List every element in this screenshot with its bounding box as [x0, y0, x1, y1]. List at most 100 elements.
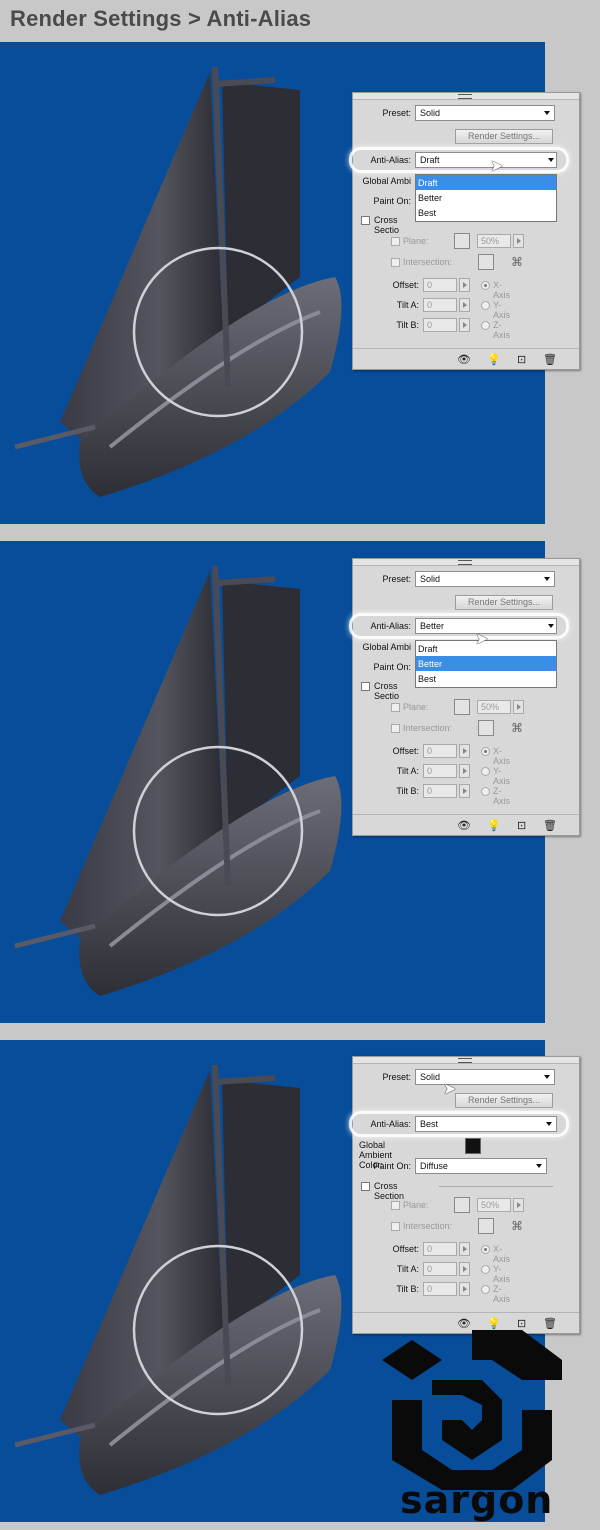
- offset-field[interactable]: 0: [423, 1242, 457, 1256]
- plane-color-swatch[interactable]: [454, 233, 470, 249]
- offset-field[interactable]: 0: [423, 744, 457, 758]
- cross-section-checkbox[interactable]: [361, 682, 370, 691]
- tilt-b-stepper[interactable]: [459, 784, 470, 798]
- tilt-b-field[interactable]: 0: [423, 318, 457, 332]
- offset-stepper[interactable]: [459, 278, 470, 292]
- preset-label: Preset:: [382, 108, 411, 118]
- tilt-a-label: Tilt A:: [396, 300, 419, 310]
- offset-field[interactable]: 0: [423, 278, 457, 292]
- panel-grip[interactable]: [353, 93, 579, 100]
- option-better[interactable]: Better: [416, 656, 556, 671]
- z-axis-radio[interactable]: [481, 1285, 490, 1294]
- plane-label: Plane:: [403, 702, 429, 712]
- delete-icon[interactable]: 🗑: [543, 819, 557, 832]
- tilt-a-label: Tilt A:: [396, 1264, 419, 1274]
- plane-checkbox[interactable]: [391, 237, 400, 246]
- panel-grip[interactable]: [353, 559, 579, 566]
- mouse-cursor-icon: ➤: [475, 631, 489, 648]
- plane-opacity-stepper[interactable]: [513, 700, 524, 714]
- z-axis-radio[interactable]: [481, 787, 490, 796]
- option-draft[interactable]: Draft: [416, 175, 556, 190]
- toggle-ground-plane-icon[interactable]: 👁: [457, 819, 471, 832]
- tilt-a-stepper[interactable]: [459, 1262, 470, 1276]
- preset-select[interactable]: Solid: [415, 571, 555, 587]
- option-best[interactable]: Best: [416, 205, 556, 220]
- z-axis-radio[interactable]: [481, 321, 490, 330]
- tilt-a-stepper[interactable]: [459, 298, 470, 312]
- z-axis-label: Z-Axis: [493, 786, 511, 806]
- anti-alias-dropdown-list: Draft Better Best: [415, 174, 557, 222]
- plane-opacity-stepper[interactable]: [513, 1198, 524, 1212]
- cross-section-checkbox[interactable]: [361, 1182, 370, 1191]
- x-axis-radio[interactable]: [481, 281, 490, 290]
- flip-icon[interactable]: ⌘: [511, 721, 523, 735]
- flip-icon[interactable]: ⌘: [511, 255, 523, 269]
- tilt-b-field[interactable]: 0: [423, 784, 457, 798]
- anti-alias-highlight: [349, 147, 569, 173]
- plane-checkbox[interactable]: [391, 703, 400, 712]
- panel-grip[interactable]: [353, 1057, 579, 1064]
- option-best[interactable]: Best: [416, 671, 556, 686]
- 3d-scene-panel-1: Preset: Solid Render Settings... Anti-Al…: [349, 92, 580, 370]
- toggle-ground-plane-icon[interactable]: 👁: [457, 353, 471, 366]
- intersection-checkbox[interactable]: [391, 724, 400, 733]
- preset-value: Solid: [420, 108, 441, 118]
- option-better[interactable]: Better: [416, 190, 556, 205]
- offset-stepper[interactable]: [459, 744, 470, 758]
- paint-on-select[interactable]: Diffuse: [415, 1158, 547, 1174]
- plane-color-swatch[interactable]: [454, 699, 470, 715]
- render-settings-button[interactable]: Render Settings...: [455, 129, 553, 144]
- plane-opacity-stepper[interactable]: [513, 234, 524, 248]
- intersection-checkbox[interactable]: [391, 258, 400, 267]
- logo-text: sargon: [400, 1478, 554, 1522]
- intersection-color-swatch[interactable]: [478, 1218, 494, 1234]
- offset-stepper[interactable]: [459, 1242, 470, 1256]
- plane-color-swatch[interactable]: [454, 1197, 470, 1213]
- plane-opacity-field[interactable]: 50%: [477, 700, 511, 714]
- render-settings-button[interactable]: Render Settings...: [455, 1093, 553, 1108]
- delete-icon[interactable]: 🗑: [543, 353, 557, 366]
- offset-label: Offset:: [392, 1244, 419, 1254]
- tilt-b-stepper[interactable]: [459, 318, 470, 332]
- global-ambient-label: Global Ambi: [362, 642, 411, 652]
- plane-opacity-field[interactable]: 50%: [477, 234, 511, 248]
- y-axis-radio[interactable]: [481, 301, 490, 310]
- intersection-color-swatch[interactable]: [478, 720, 494, 736]
- plane-opacity-field[interactable]: 50%: [477, 1198, 511, 1212]
- tilt-a-field[interactable]: 0: [423, 298, 457, 312]
- chevron-down-icon: [544, 111, 550, 115]
- intersection-label: Intersection:: [403, 723, 453, 733]
- tilt-a-field[interactable]: 0: [423, 1262, 457, 1276]
- intersection-color-swatch[interactable]: [478, 254, 494, 270]
- render-settings-button[interactable]: Render Settings...: [455, 595, 553, 610]
- preset-value: Solid: [420, 574, 441, 584]
- preset-value: Solid: [420, 1072, 441, 1082]
- tilt-a-field[interactable]: 0: [423, 764, 457, 778]
- preset-select[interactable]: Solid: [415, 105, 555, 121]
- flip-icon[interactable]: ⌘: [511, 1219, 523, 1233]
- tilt-b-field[interactable]: 0: [423, 1282, 457, 1296]
- tilt-a-stepper[interactable]: [459, 764, 470, 778]
- tilt-b-stepper[interactable]: [459, 1282, 470, 1296]
- x-axis-radio[interactable]: [481, 747, 490, 756]
- toggle-lights-icon[interactable]: 💡: [487, 353, 501, 366]
- y-axis-label: Y-Axis: [493, 1264, 511, 1284]
- chevron-down-icon: [536, 1164, 542, 1168]
- new-light-icon[interactable]: ⊡: [517, 353, 526, 366]
- chevron-down-icon: [544, 577, 550, 581]
- offset-label: Offset:: [392, 746, 419, 756]
- 3d-scene-panel-2: Preset: Solid Render Settings... Anti-Al…: [349, 558, 580, 836]
- z-axis-label: Z-Axis: [493, 1284, 511, 1304]
- cross-section-checkbox[interactable]: [361, 216, 370, 225]
- new-light-icon[interactable]: ⊡: [517, 819, 526, 832]
- plane-checkbox[interactable]: [391, 1201, 400, 1210]
- toggle-lights-icon[interactable]: 💡: [487, 819, 501, 832]
- x-axis-radio[interactable]: [481, 1245, 490, 1254]
- intersection-checkbox[interactable]: [391, 1222, 400, 1231]
- y-axis-radio[interactable]: [481, 767, 490, 776]
- y-axis-label: Y-Axis: [493, 766, 511, 786]
- preset-select[interactable]: Solid: [415, 1069, 555, 1085]
- page-title: Render Settings > Anti-Alias: [10, 6, 312, 31]
- y-axis-radio[interactable]: [481, 1265, 490, 1274]
- global-ambient-swatch[interactable]: [465, 1138, 481, 1154]
